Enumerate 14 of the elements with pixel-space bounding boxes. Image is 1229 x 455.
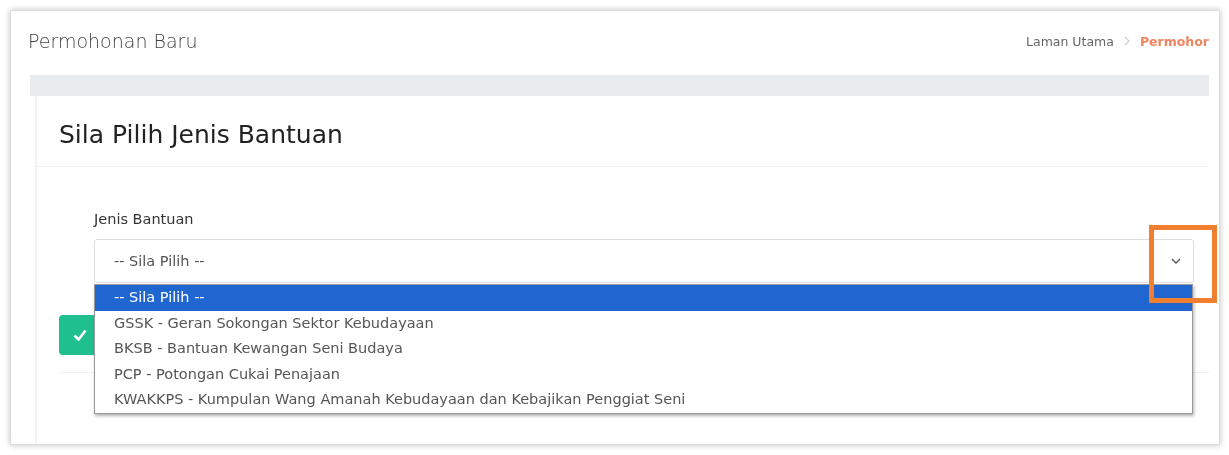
check-icon (73, 329, 87, 341)
dropdown-option[interactable]: GSSK - Geran Sokongan Sektor Kebudayaan (95, 310, 1192, 337)
breadcrumb-link[interactable]: Laman Utama (1026, 33, 1114, 49)
dropdown-option[interactable]: -- Sila Pilih -- (95, 285, 1192, 311)
select-value: -- Sila Pilih -- (114, 253, 205, 269)
dropdown-option[interactable]: PCP - Potongan Cukai Penajaan (95, 361, 1192, 388)
select-field[interactable]: -- Sila Pilih -- (94, 239, 1194, 283)
card-title: Sila Pilih Jenis Bantuan (37, 96, 1209, 167)
chevron-icon (1123, 36, 1130, 46)
dropdown-option[interactable]: KWAKKPS - Kumpulan Wang Amanah Kebudayaan dan Kebajikan Penggiat Seni (95, 387, 1192, 413)
page-title: Permohonan Baru (28, 30, 198, 52)
caret-icon (1171, 258, 1181, 264)
dropdown-option[interactable]: BKSB - Bantuan Kewangan Seni Budaya (95, 336, 1192, 362)
field-label: Jenis Bantuan (94, 211, 195, 227)
